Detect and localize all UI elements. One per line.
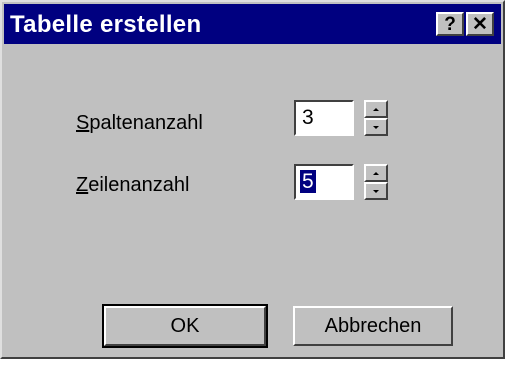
cancel-button-label: Abbrechen (324, 314, 422, 337)
columns-decrement-button[interactable] (364, 118, 388, 136)
dialog-window: Tabelle erstellen ? ✕ Spaltenanzahl 3 Ze… (0, 0, 505, 359)
columns-input[interactable]: 3 (294, 100, 354, 136)
close-button[interactable]: ✕ (466, 12, 494, 36)
arrow-up-icon (373, 171, 379, 175)
columns-label: Spaltenanzahl (76, 112, 203, 135)
rows-label-mnemonic: Z (76, 174, 89, 196)
arrow-down-icon (373, 189, 379, 193)
ok-button-label: OK (170, 314, 200, 337)
rows-input[interactable]: 5 (294, 164, 354, 200)
rows-increment-button[interactable] (364, 164, 388, 182)
columns-spinner (364, 100, 388, 136)
columns-label-mnemonic: S (76, 112, 90, 134)
rows-label-text: eilenanzahl (88, 174, 190, 196)
arrow-down-icon (373, 125, 379, 129)
title-bar[interactable]: Tabelle erstellen ? ✕ (4, 4, 501, 44)
ok-button[interactable]: OK (102, 304, 268, 348)
columns-value: 3 (302, 106, 314, 129)
close-icon: ✕ (472, 13, 488, 35)
columns-label-text: paltenanzahl (89, 112, 203, 134)
columns-increment-button[interactable] (364, 100, 388, 118)
rows-label: Zeilenanzahl (76, 174, 189, 197)
help-button[interactable]: ? (436, 12, 464, 36)
rows-value-selected: 5 (300, 170, 316, 193)
arrow-up-icon (373, 107, 379, 111)
cancel-button[interactable]: Abbrechen (293, 306, 453, 346)
dialog-title: Tabelle erstellen (10, 11, 202, 38)
rows-decrement-button[interactable] (364, 182, 388, 200)
question-mark-icon: ? (444, 13, 456, 35)
rows-spinner (364, 164, 388, 200)
